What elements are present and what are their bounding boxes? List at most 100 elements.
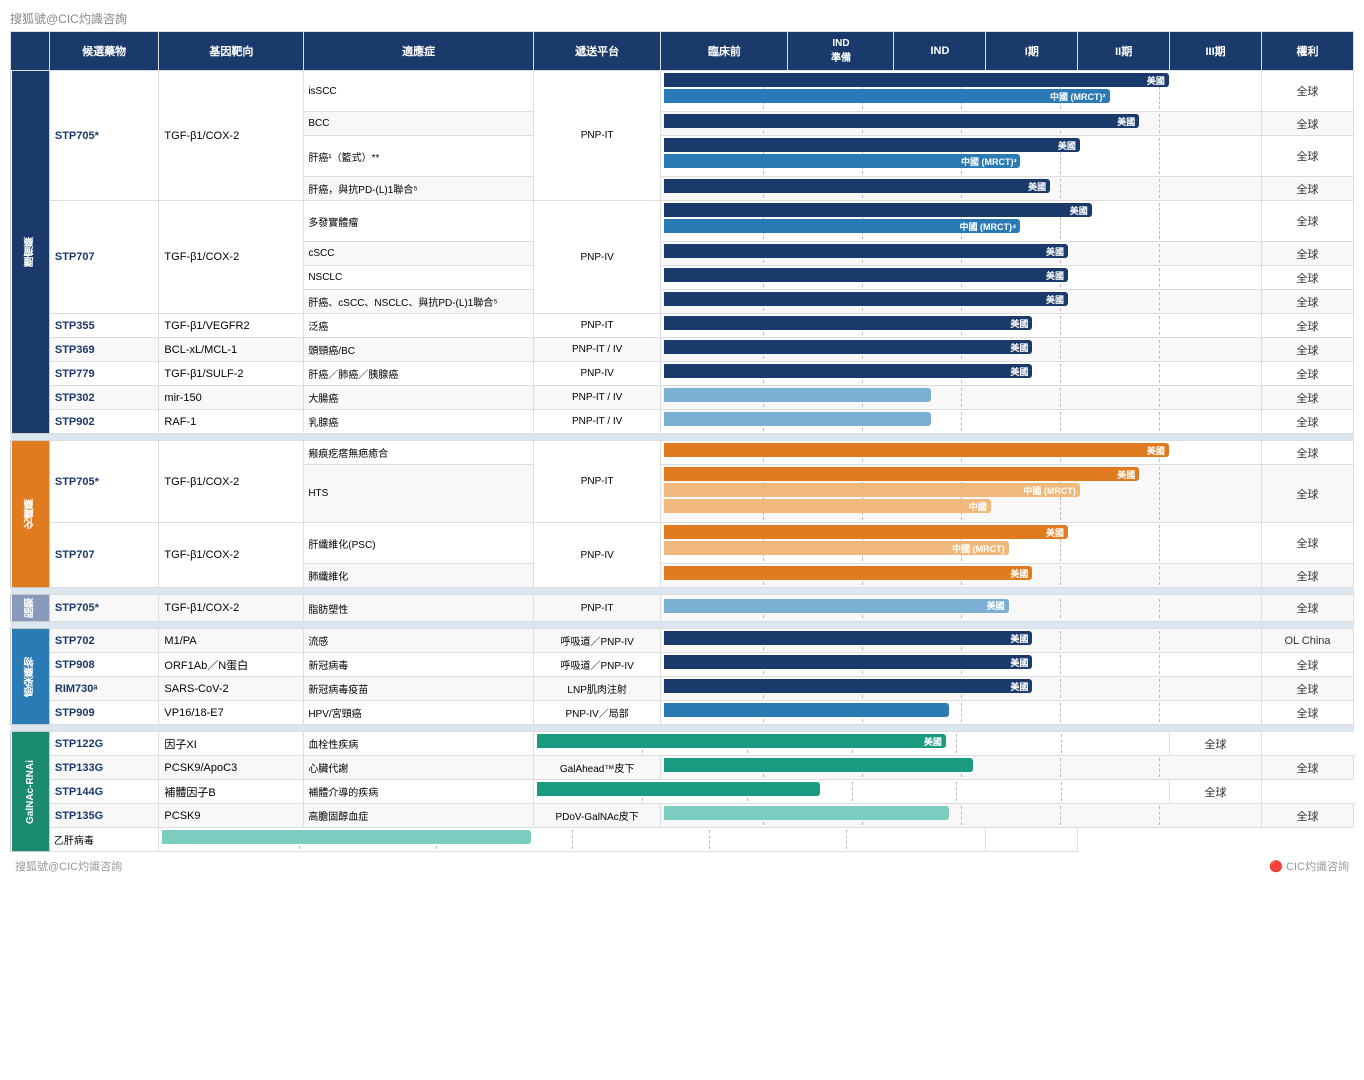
pipeline-cell: 美國中國 (MRCT) [661, 523, 1262, 564]
target-cell: ORF1Ab／N蛋白 [159, 653, 304, 677]
pipeline-cell: 美國中國 (MRCT)² [661, 71, 1262, 112]
pipeline-cell [159, 828, 986, 852]
platform-cell: PNP-IT / IV [534, 410, 661, 434]
target-cell: mir-150 [159, 386, 304, 410]
pipeline-cell [661, 410, 1262, 434]
watermark-top-text: 搜狐號@CIC灼識咨詢 [10, 10, 127, 27]
platform-cell: PNP-IT [534, 595, 661, 622]
rights-cell: 全球 [1261, 677, 1353, 701]
platform-cell: PNP-IV [534, 362, 661, 386]
indication-cell: 新冠病毒疫苗 [304, 677, 534, 701]
drug-cell: STP702 [49, 629, 159, 653]
table-row: 腫瘤藥STP705*TGF-β1/COX-2isSCCPNP-IT美國中國 (M… [11, 71, 1354, 112]
drug-cell: STP908 [49, 653, 159, 677]
drug-cell: STP902 [49, 410, 159, 434]
drug-cell: STP707 [49, 201, 159, 314]
target-cell: PCSK9/ApoC3 [159, 756, 304, 780]
th-phase2: II期 [1078, 32, 1170, 71]
indication-cell: 血栓性疾病 [304, 732, 534, 756]
indication-cell: NSCLC [304, 266, 534, 290]
table-row: STP369BCL-xL/MCL-1頭頸癌/BCPNP-IT / IV美國全球 [11, 338, 1354, 362]
indication-cell: HPV/宮頸癌 [304, 701, 534, 725]
th-phase1: I期 [986, 32, 1078, 71]
indication-cell: 新冠病毒 [304, 653, 534, 677]
progress-bar: 中國 (MRCT)⁴ [664, 219, 1020, 233]
table-row: STP133GPCSK9/ApoC3心臟代謝GalAhead™皮下全球 [11, 756, 1354, 780]
platform-cell: PNP-IT [534, 314, 661, 338]
progress-bar [664, 703, 949, 717]
target-cell: M1/PA [159, 629, 304, 653]
target-cell: RAF-1 [159, 410, 304, 434]
drug-cell: STP369 [49, 338, 159, 362]
cic-text: CIC灼識咨詢 [1286, 858, 1349, 874]
table-body: 腫瘤藥STP705*TGF-β1/COX-2isSCCPNP-IT美國中國 (M… [11, 71, 1354, 852]
drug-cell: RIM730ᵃ [49, 677, 159, 701]
section-divider [11, 622, 1354, 629]
table-row: STP902RAF-1乳腺癌PNP-IT / IV全球 [11, 410, 1354, 434]
table-row: STP909VP16/18-E7HPV/宮頸癌PNP-IV／局部全球 [11, 701, 1354, 725]
drug-cell: STP144G [49, 780, 159, 804]
rights-cell: 全球 [1261, 465, 1353, 523]
pipeline-cell [661, 804, 1262, 828]
progress-bar: 美國 [664, 655, 1032, 669]
page-wrapper: 搜狐號@CIC灼識咨詢 候選藥物 基因靶向 適應症 遞送平台 [0, 0, 1364, 884]
rights-cell: 全球 [1261, 112, 1353, 136]
rights-cell: 全球 [1261, 338, 1353, 362]
rights-cell: 全球 [1261, 290, 1353, 314]
progress-bar: 美國 [664, 599, 1008, 613]
footer-cic: 🔴 CIC灼識咨詢 [1269, 858, 1349, 874]
pipeline-cell: 美國中國 (MRCT)³ [661, 136, 1262, 177]
th-drug: 候選藥物 [49, 32, 159, 71]
target-cell: TGF-β1/COX-2 [159, 595, 304, 622]
rights-cell: 全球 [1261, 314, 1353, 338]
platform-cell: PNP-IT [534, 71, 661, 201]
progress-bar: 美國 [664, 467, 1139, 481]
indication-cell: 泛癌 [304, 314, 534, 338]
rights-cell: 全球 [1170, 780, 1262, 804]
pipeline-cell: 美國 [661, 564, 1262, 588]
target-cell: 因子XI [159, 732, 304, 756]
platform-cell: PNP-IV [534, 201, 661, 314]
progress-bar: 美國 [664, 316, 1032, 330]
rights-cell: 全球 [1261, 410, 1353, 434]
indication-cell: HTS [304, 465, 534, 523]
table-row: STP355TGF-β1/VEGFR2泛癌PNP-IT美國全球 [11, 314, 1354, 338]
pipeline-cell: 美國 [661, 677, 1262, 701]
category-cell: 脂類 [11, 595, 50, 622]
target-cell: PCSK9 [159, 804, 304, 828]
progress-bar [162, 830, 531, 844]
drug-cell: STP302 [49, 386, 159, 410]
target-cell: TGF-β1/COX-2 [159, 523, 304, 588]
pipeline-cell: 美國 [661, 629, 1262, 653]
progress-bar: 中國 (MRCT)³ [664, 154, 1020, 168]
category-cell: 化纖藥 [11, 441, 50, 588]
drug-cell: STP707 [49, 523, 159, 588]
rights-cell: 全球 [1261, 564, 1353, 588]
pipeline-cell: 美國 [661, 653, 1262, 677]
table-row: STP908ORF1Ab／N蛋白新冠病毒呼吸道／PNP-IV美國全球 [11, 653, 1354, 677]
indication-cell: 心臟代謝 [304, 756, 534, 780]
watermark-bottom: 搜狐號@CIC灼識咨詢 [15, 858, 122, 874]
th-ind-prep: IND準備 [788, 32, 894, 71]
progress-bar: 中國 (MRCT)² [664, 89, 1109, 103]
drug-cell: STP133G [49, 756, 159, 780]
table-row: STP144G補體因子B補體介導的疾病全球 [11, 780, 1354, 804]
th-preclinical: 臨床前 [661, 32, 788, 71]
rights-cell: 全球 [1261, 386, 1353, 410]
section-divider [11, 588, 1354, 595]
pipeline-cell: 美國 [661, 441, 1262, 465]
table-row: 脂類STP705*TGF-β1/COX-2脂肪塑性PNP-IT美國全球 [11, 595, 1354, 622]
th-platform: 遞送平台 [534, 32, 661, 71]
watermark-top: 搜狐號@CIC灼識咨詢 [10, 10, 1354, 27]
indication-cell: 脂肪塑性 [304, 595, 534, 622]
pipeline-cell: 美國 [661, 177, 1262, 201]
th-category [11, 32, 50, 71]
progress-bar: 美國 [664, 268, 1068, 282]
platform-cell: 呼吸道／PNP-IV [534, 653, 661, 677]
progress-bar: 美國 [537, 734, 946, 748]
indication-cell: 高膽固醇血症 [304, 804, 534, 828]
pipeline-cell [534, 780, 1170, 804]
drug-cell: STP122G [49, 732, 159, 756]
pipeline-cell: 美國 [661, 266, 1262, 290]
progress-bar [664, 758, 973, 772]
